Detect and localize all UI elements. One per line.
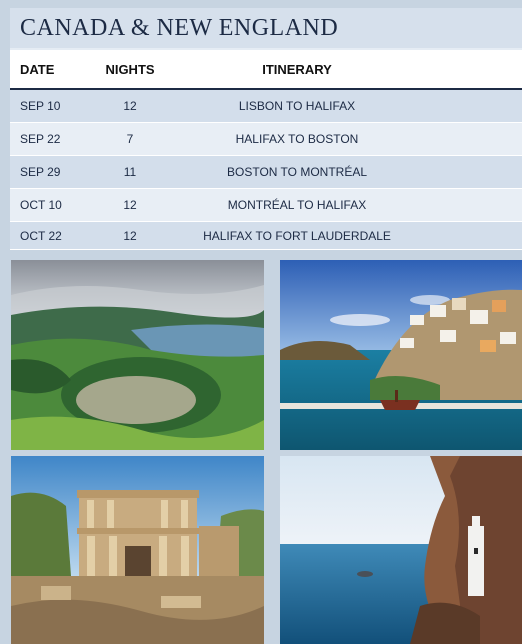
row-date: SEP 10	[20, 99, 61, 113]
row-date: OCT 22	[20, 228, 62, 243]
row-nights: 12	[123, 99, 137, 113]
row-itinerary: BOSTON TO MONTRÉAL	[226, 165, 368, 179]
cliff-monastery-photo	[280, 456, 522, 644]
header-itinerary: ITINERARY	[262, 61, 332, 77]
row-nights: 11	[123, 165, 137, 179]
row-itinerary: HALIFAX TO BOSTON	[235, 132, 359, 146]
table-row: OCT 22 12 HALIFAX TO FORT LAUDERDALE	[10, 222, 522, 250]
header-date: DATE	[20, 61, 55, 77]
row-date: OCT 10	[20, 198, 62, 212]
row-itinerary: HALIFAX TO FORT LAUDERDALE	[203, 228, 391, 243]
row-date: SEP 29	[20, 165, 61, 179]
table-row: SEP 29 11 BOSTON TO MONTRÉAL	[10, 156, 522, 189]
row-itinerary: LISBON TO HALIFAX	[238, 99, 356, 113]
page-title: CANADA & NEW ENGLAND	[10, 8, 522, 48]
row-date: SEP 22	[20, 132, 61, 146]
header-nights: NIGHTS	[105, 61, 155, 77]
row-nights: 7	[126, 132, 134, 146]
greek-harbor-photo	[280, 260, 522, 450]
row-nights: 12	[123, 228, 137, 243]
row-nights: 12	[123, 198, 137, 212]
table-header: DATE NIGHTS ITINERARY	[10, 50, 522, 90]
table-row: SEP 22 7 HALIFAX TO BOSTON	[10, 123, 522, 156]
itinerary-panel: CANADA & NEW ENGLAND DATE NIGHTS ITINERA…	[10, 8, 522, 250]
table-row: SEP 10 12 LISBON TO HALIFAX	[10, 90, 522, 123]
crater-lake-photo	[11, 260, 264, 450]
table-row: OCT 10 12 MONTRÉAL TO HALIFAX	[10, 189, 522, 222]
row-itinerary: MONTRÉAL TO HALIFAX	[227, 198, 367, 212]
ancient-library-ruins-photo	[11, 456, 264, 644]
